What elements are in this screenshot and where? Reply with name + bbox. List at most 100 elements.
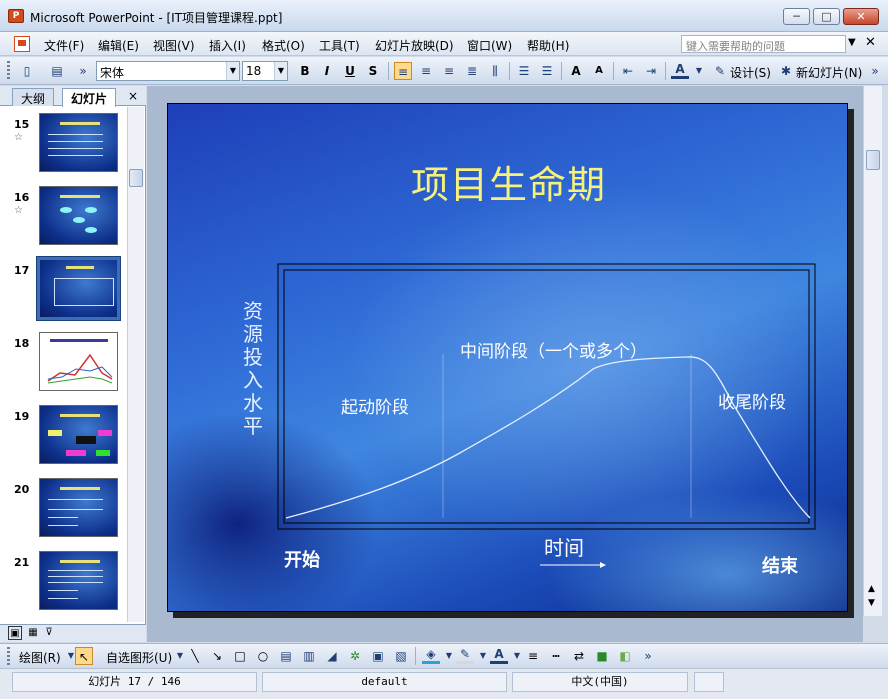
rectangle-tool-icon[interactable]: □ <box>231 647 249 665</box>
increase-indent-icon[interactable]: ⇥ <box>642 62 660 80</box>
phase-label-closing[interactable]: 收尾阶段 <box>718 388 786 413</box>
chevron-down-icon[interactable]: ▼ <box>226 62 239 80</box>
normal-view-icon[interactable]: ▣ <box>8 626 22 640</box>
clipart-icon[interactable]: ▣ <box>369 647 387 665</box>
design-button[interactable]: 设计(S) <box>730 64 771 81</box>
powerpoint-app-icon[interactable]: P <box>8 9 24 23</box>
line-color-icon[interactable]: ✎ <box>456 647 474 664</box>
decrease-indent-icon[interactable]: ⇤ <box>619 62 637 80</box>
slide-thumbnail-19[interactable] <box>39 405 118 464</box>
slide-thumbnail-15[interactable] <box>39 113 118 172</box>
end-label[interactable]: 结束 <box>762 552 798 578</box>
picture-icon[interactable]: ▧ <box>392 647 410 665</box>
menu-edit[interactable]: 编辑(E) <box>98 37 139 54</box>
font-color-icon[interactable]: A <box>490 647 508 664</box>
menu-help[interactable]: 帮助(H) <box>527 37 569 54</box>
increase-font-icon[interactable]: A <box>567 62 585 80</box>
slide-thumbnail-16[interactable] <box>39 186 118 245</box>
toolbar-grip[interactable] <box>7 647 10 667</box>
fill-color-icon[interactable]: ◈ <box>422 647 440 664</box>
menu-slideshow[interactable]: 幻灯片放映(D) <box>375 37 454 54</box>
close-button[interactable]: ✕ <box>843 8 879 25</box>
italic-button[interactable]: I <box>318 62 336 80</box>
menu-view[interactable]: 视图(V) <box>153 37 195 54</box>
draw-menu-button[interactable]: 绘图(R) <box>19 649 61 666</box>
font-size-combo[interactable]: 18 ▼ <box>242 61 288 81</box>
wordart-icon[interactable]: ◢ <box>323 647 341 665</box>
chevron-down-icon[interactable]: ▼ <box>690 62 708 80</box>
bullets-icon[interactable]: ☰ <box>538 62 556 80</box>
vertical-text-icon[interactable]: ⫼ <box>486 62 504 80</box>
toolbar-options-icon[interactable]: » <box>74 62 92 80</box>
menu-window[interactable]: 窗口(W) <box>467 37 512 54</box>
slide-thumbnail-21[interactable] <box>39 551 118 610</box>
x-axis-label[interactable]: 时间 <box>544 532 584 561</box>
oval-tool-icon[interactable]: ○ <box>254 647 272 665</box>
bold-button[interactable]: B <box>296 62 314 80</box>
align-center-icon[interactable]: ≡ <box>417 62 435 80</box>
align-right-icon[interactable]: ≡ <box>440 62 458 80</box>
arrow-style-icon[interactable]: ⇄ <box>570 647 588 665</box>
scrollbar-thumb[interactable] <box>866 150 880 170</box>
document-close-button[interactable]: ✕ <box>865 35 876 50</box>
scrollbar-thumb[interactable] <box>129 169 143 187</box>
menu-file[interactable]: 文件(F) <box>44 37 84 54</box>
paste-icon[interactable]: ▤ <box>48 62 66 80</box>
underline-button[interactable]: U <box>341 62 359 80</box>
thumbnail-scrollbar[interactable] <box>127 107 144 622</box>
distribute-icon[interactable]: ≣ <box>463 62 481 80</box>
new-slide-button[interactable]: 新幻灯片(N) <box>796 64 862 81</box>
slide-thumbnail-20[interactable] <box>39 478 118 537</box>
vertical-textbox-icon[interactable]: ▥ <box>300 647 318 665</box>
phase-label-middle[interactable]: 中间阶段（一个或多个） <box>460 337 647 362</box>
slide-sorter-icon[interactable]: ▦ <box>26 626 40 640</box>
menu-insert[interactable]: 插入(I) <box>209 37 246 54</box>
chevron-down-icon[interactable]: ▼ <box>848 37 856 48</box>
slideshow-icon[interactable]: ⊽ <box>42 626 56 640</box>
line-tool-icon[interactable]: ╲ <box>186 647 204 665</box>
chevron-down-icon[interactable]: ▼ <box>274 62 287 80</box>
toolbar-grip[interactable] <box>7 61 10 81</box>
shadow-button[interactable]: S <box>364 62 382 80</box>
arrow-tool-icon[interactable]: ↘ <box>208 647 226 665</box>
document-icon[interactable] <box>14 36 30 52</box>
3d-style-icon[interactable]: ◧ <box>616 647 634 665</box>
tab-slides[interactable]: 幻灯片 <box>62 88 117 107</box>
slide-thumbnail-18[interactable] <box>39 332 118 391</box>
phase-label-start[interactable]: 起动阶段 <box>341 393 409 418</box>
start-label[interactable]: 开始 <box>284 546 320 572</box>
select-pointer-icon[interactable]: ↖ <box>75 647 93 665</box>
next-slide-icon[interactable]: ▼ <box>868 598 875 608</box>
font-color-icon[interactable]: A <box>671 62 689 79</box>
new-slide-icon[interactable]: ✱ <box>777 62 795 80</box>
shadow-style-icon[interactable]: ■ <box>593 647 611 665</box>
dash-style-icon[interactable]: ┅ <box>547 647 565 665</box>
menu-tools[interactable]: 工具(T) <box>319 37 360 54</box>
previous-slide-icon[interactable]: ▲ <box>868 584 875 594</box>
slide-thumbnail-17[interactable] <box>36 256 121 321</box>
maximize-button[interactable]: □ <box>813 8 840 25</box>
autoshapes-button[interactable]: 自选图形(U) <box>106 649 172 666</box>
toolbar-options-icon[interactable]: » <box>866 62 884 80</box>
slide-editing-area[interactable]: 项目生命期 资源投入水平 起动阶段 中间阶段（一个或多个） 收尾阶段 时间 开始… <box>147 86 863 642</box>
toolbar-options-icon[interactable]: » <box>639 647 657 665</box>
current-slide[interactable]: 项目生命期 资源投入水平 起动阶段 中间阶段（一个或多个） 收尾阶段 时间 开始… <box>167 103 848 612</box>
decrease-font-icon[interactable]: A <box>590 62 608 80</box>
help-search-input[interactable]: 键入需要帮助的问题 <box>681 35 846 53</box>
status-bar: 幻灯片 17 / 146 default 中文(中国) <box>0 668 888 699</box>
new-document-icon[interactable]: ▯ <box>18 62 36 80</box>
diagram-icon[interactable]: ✲ <box>346 647 364 665</box>
design-icon[interactable]: ✎ <box>711 62 729 80</box>
font-name-combo[interactable]: 宋体 ▼ <box>96 61 240 81</box>
textbox-tool-icon[interactable]: ▤ <box>277 647 295 665</box>
pane-close-button[interactable]: × <box>128 89 138 103</box>
design-template-name[interactable]: default <box>262 672 507 692</box>
menu-format[interactable]: 格式(O) <box>262 37 305 54</box>
align-left-icon[interactable]: ≡ <box>394 62 412 80</box>
slide-scrollbar[interactable]: ▲ ▼ <box>863 86 882 616</box>
numbering-icon[interactable]: ☰ <box>515 62 533 80</box>
time-arrow-head <box>600 562 606 568</box>
line-style-icon[interactable]: ≡ <box>524 647 542 665</box>
tab-outline[interactable]: 大纲 <box>12 88 55 106</box>
minimize-button[interactable]: ─ <box>783 8 810 25</box>
